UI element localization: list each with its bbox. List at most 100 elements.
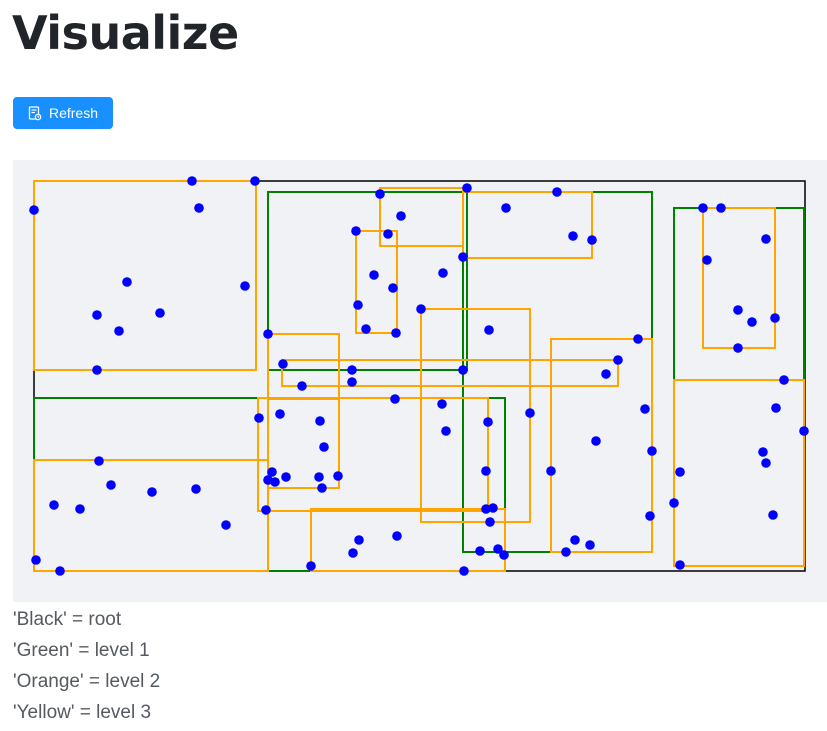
- level2-bounds-layer: [33, 180, 805, 572]
- level2-rect-8: [550, 338, 653, 553]
- data-point-48: [761, 234, 771, 244]
- data-point-39: [441, 426, 451, 436]
- points-layer: [29, 176, 809, 576]
- data-point-16: [351, 226, 361, 236]
- data-point-53: [733, 343, 743, 353]
- color-legend: 'Black' = root 'Green' = level 1 'Orange…: [13, 605, 160, 729]
- level2-rect-9: [673, 379, 805, 567]
- data-point-81: [106, 480, 116, 490]
- data-point-69: [317, 483, 327, 493]
- data-point-11: [278, 359, 288, 369]
- data-point-8: [240, 281, 250, 291]
- data-point-51: [747, 317, 757, 327]
- data-point-15: [375, 189, 385, 199]
- level2-rect-10: [257, 397, 489, 512]
- level1-rect-4: [267, 397, 506, 572]
- data-point-61: [768, 510, 778, 520]
- data-point-37: [390, 394, 400, 404]
- data-point-92: [306, 561, 316, 571]
- data-point-98: [570, 535, 580, 545]
- data-point-46: [698, 203, 708, 213]
- data-point-73: [270, 477, 280, 487]
- data-point-4: [122, 277, 132, 287]
- data-point-31: [484, 325, 494, 335]
- data-point-6: [114, 326, 124, 336]
- data-point-20: [388, 283, 398, 293]
- data-point-62: [675, 560, 685, 570]
- data-point-23: [391, 328, 401, 338]
- root-rect-0: [33, 180, 806, 572]
- data-point-24: [438, 268, 448, 278]
- data-point-9: [92, 365, 102, 375]
- data-point-64: [275, 409, 285, 419]
- legend-item-level2: 'Orange' = level 2: [13, 671, 161, 692]
- data-point-94: [475, 546, 485, 556]
- legend-item-root: 'Black' = root: [13, 609, 122, 630]
- data-point-76: [481, 466, 491, 476]
- data-point-5: [92, 310, 102, 320]
- data-point-34: [613, 355, 623, 365]
- level2-rect-4: [702, 207, 776, 349]
- data-point-86: [221, 520, 231, 530]
- data-point-2: [250, 176, 260, 186]
- data-point-36: [458, 365, 468, 375]
- data-point-66: [319, 442, 329, 452]
- data-point-60: [669, 498, 679, 508]
- data-point-1: [187, 176, 197, 186]
- data-point-7: [155, 308, 165, 318]
- data-point-57: [761, 458, 771, 468]
- data-point-79: [481, 504, 491, 514]
- data-point-45: [645, 511, 655, 521]
- data-point-89: [354, 535, 364, 545]
- data-point-42: [647, 446, 657, 456]
- data-point-74: [261, 505, 271, 515]
- level2-rect-11: [33, 459, 269, 572]
- data-point-65: [315, 416, 325, 426]
- level1-rect-0: [267, 191, 468, 371]
- data-point-28: [552, 187, 562, 197]
- data-point-26: [462, 183, 472, 193]
- data-point-88: [55, 566, 65, 576]
- data-point-19: [369, 270, 379, 280]
- data-point-13: [347, 365, 357, 375]
- data-point-78: [485, 517, 495, 527]
- data-point-99: [585, 540, 595, 550]
- refresh-button[interactable]: Refresh: [13, 97, 113, 129]
- data-point-47: [716, 203, 726, 213]
- level2-rect-7: [420, 308, 531, 523]
- data-point-18: [396, 211, 406, 221]
- data-point-82: [147, 487, 157, 497]
- tree-visualization-canvas: [29, 176, 809, 576]
- data-point-49: [702, 255, 712, 265]
- data-point-80: [94, 456, 104, 466]
- data-point-32: [416, 304, 426, 314]
- data-point-84: [49, 500, 59, 510]
- root-bounds-layer: [33, 180, 806, 572]
- data-point-55: [771, 403, 781, 413]
- level2-rect-0: [33, 180, 257, 371]
- data-point-59: [675, 467, 685, 477]
- data-point-71: [281, 472, 291, 482]
- data-point-43: [591, 436, 601, 446]
- page-title: Visualize: [12, 6, 239, 60]
- data-point-75: [483, 417, 493, 427]
- data-point-12: [297, 381, 307, 391]
- data-point-93: [459, 566, 469, 576]
- data-point-29: [568, 231, 578, 241]
- legend-item-level1: 'Green' = level 1: [13, 640, 150, 661]
- level2-rect-13: [310, 508, 506, 572]
- level1-bounds-layer: [33, 191, 805, 572]
- level1-rect-2: [673, 207, 805, 381]
- data-point-17: [383, 229, 393, 239]
- data-point-67: [314, 472, 324, 482]
- level2-rect-1: [379, 187, 464, 247]
- data-point-50: [733, 305, 743, 315]
- data-point-96: [499, 550, 509, 560]
- data-point-41: [640, 404, 650, 414]
- data-point-90: [392, 531, 402, 541]
- data-point-63: [254, 413, 264, 423]
- data-point-83: [191, 484, 201, 494]
- document-refresh-icon: [28, 105, 42, 121]
- data-point-30: [587, 235, 597, 245]
- data-point-97: [561, 547, 571, 557]
